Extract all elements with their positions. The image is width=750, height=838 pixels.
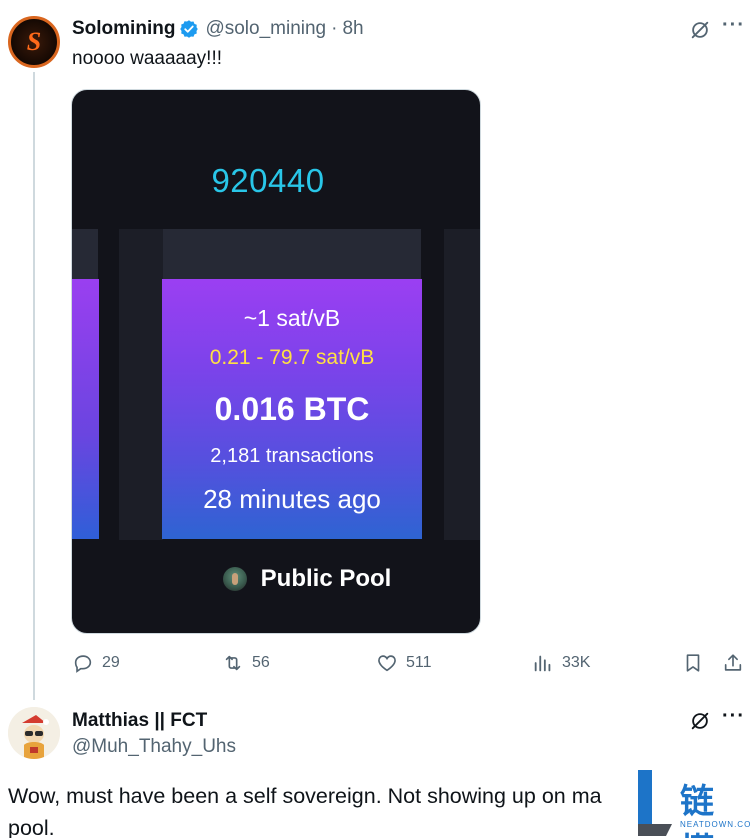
mined-time: 28 minutes ago <box>203 484 381 514</box>
share-icon <box>724 654 742 671</box>
prev-block-face <box>72 279 99 539</box>
reply-grok-icon[interactable] <box>689 710 711 732</box>
prev-block-top <box>72 229 98 279</box>
reply-icon <box>74 655 92 673</box>
views-icon <box>534 655 551 672</box>
cartoon-avatar-icon <box>8 707 60 759</box>
avatar-letter: S <box>26 27 42 56</box>
bookmark-icon <box>686 654 700 672</box>
verified-badge-icon <box>180 20 199 38</box>
transaction-count: 2,181 transactions <box>210 445 374 467</box>
block-height: 920440 <box>211 162 325 199</box>
reply-author-handle[interactable]: @Muh_Thahy_Uhs <box>72 736 236 758</box>
next-block-side <box>444 229 480 540</box>
more-options-icon[interactable]: ··· <box>722 14 745 37</box>
tweet-header: Solomining @solo_mining · 8h <box>72 18 364 40</box>
watermark-logo-icon <box>638 770 672 836</box>
watermark-en-text: NEATDOWN.COM <box>680 820 750 829</box>
reply-count: 29 <box>102 654 120 671</box>
author-handle[interactable]: @solo_mining <box>205 18 326 40</box>
total-fees: 0.016 BTC <box>214 391 370 427</box>
fee-range: 0.21 - 79.7 sat/vB <box>209 346 375 369</box>
tweet-time[interactable]: 8h <box>342 18 363 40</box>
watermark: 链懂 NEATDOWN.COM <box>636 768 750 838</box>
like-count: 511 <box>406 654 432 671</box>
grok-icon[interactable] <box>689 19 711 41</box>
bookmark-button[interactable] <box>682 652 712 674</box>
action-bar: 29 56 511 33K <box>72 652 748 678</box>
repost-count: 56 <box>252 654 270 671</box>
reply-author-avatar[interactable] <box>8 707 60 759</box>
block-cube-side <box>119 229 163 540</box>
reply-author-name[interactable]: Matthias || FCT <box>72 710 207 732</box>
views-button[interactable]: 33K <box>532 652 590 674</box>
author-name[interactable]: Solomining <box>72 18 175 40</box>
author-avatar[interactable]: S <box>8 16 60 68</box>
mining-pool: Public Pool <box>72 565 480 593</box>
tweet-text: noooo waaaaay!!! <box>72 48 223 69</box>
median-fee: ~1 sat/vB <box>243 305 341 331</box>
separator-dot: · <box>331 18 338 39</box>
like-button[interactable]: 511 <box>376 652 432 674</box>
repost-icon <box>225 655 241 671</box>
share-button[interactable] <box>722 652 750 674</box>
view-count: 33K <box>562 654 591 671</box>
reply-more-options-icon[interactable]: ··· <box>722 705 745 728</box>
pool-logo-icon <box>222 567 247 591</box>
heart-icon <box>378 655 396 672</box>
block-cube-top <box>119 229 421 279</box>
thread-line <box>33 72 35 700</box>
pool-name: Public Pool <box>260 565 392 592</box>
reply-button[interactable]: 29 <box>72 652 120 674</box>
repost-button[interactable]: 56 <box>222 652 270 674</box>
media-image[interactable]: 920440 ~1 sat/vB 0.21 - 79.7 sat/vB 0.01… <box>71 89 481 634</box>
block-cube-face: ~1 sat/vB 0.21 - 79.7 sat/vB 0.016 BTC 2… <box>162 279 422 539</box>
reply-text: Wow, must have been a self sovereign. No… <box>8 784 602 838</box>
